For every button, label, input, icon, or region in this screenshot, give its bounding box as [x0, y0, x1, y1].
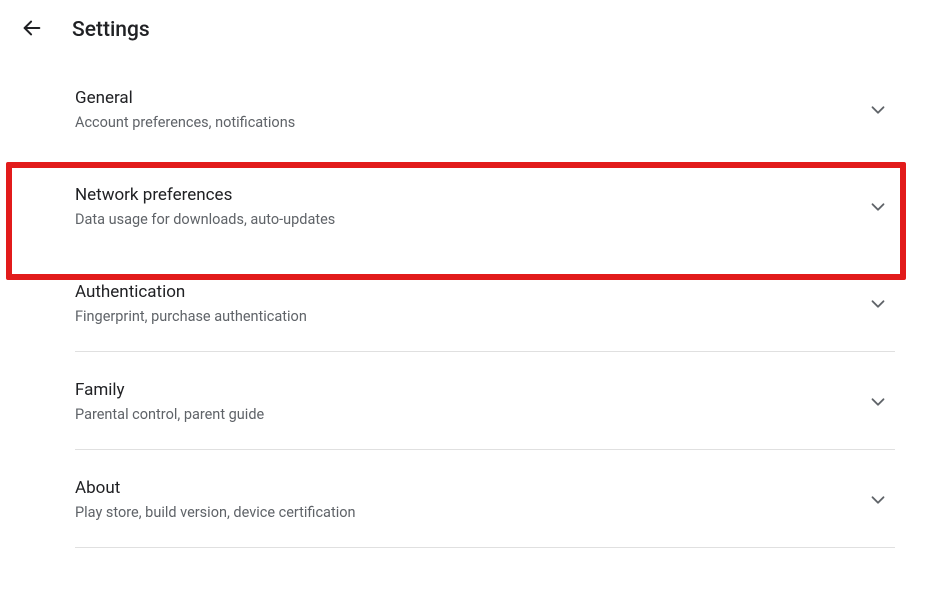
- chevron-down-icon: [867, 99, 889, 121]
- row-subtitle: Play store, build version, device certif…: [75, 504, 356, 521]
- chevron-down-icon: [867, 489, 889, 511]
- row-subtitle: Fingerprint, purchase authentication: [75, 308, 307, 325]
- chevron-down-icon: [867, 391, 889, 413]
- row-text: Network preferences Data usage for downl…: [75, 185, 335, 228]
- row-text: Authentication Fingerprint, purchase aut…: [75, 282, 307, 325]
- settings-row-about[interactable]: About Play store, build version, device …: [75, 450, 895, 548]
- row-text: Family Parental control, parent guide: [75, 380, 264, 423]
- arrow-left-icon: [21, 17, 43, 43]
- row-title: Authentication: [75, 282, 307, 302]
- row-title: Family: [75, 380, 264, 400]
- settings-list: General Account preferences, notificatio…: [0, 60, 925, 548]
- settings-row-family[interactable]: Family Parental control, parent guide: [75, 352, 895, 450]
- back-button[interactable]: [20, 18, 44, 42]
- settings-row-general[interactable]: General Account preferences, notificatio…: [75, 60, 895, 157]
- row-text: About Play store, build version, device …: [75, 478, 356, 521]
- settings-row-authentication[interactable]: Authentication Fingerprint, purchase aut…: [75, 254, 895, 352]
- row-title: Network preferences: [75, 185, 335, 205]
- row-text: General Account preferences, notificatio…: [75, 88, 295, 131]
- row-subtitle: Data usage for downloads, auto-updates: [75, 211, 335, 228]
- chevron-down-icon: [867, 293, 889, 315]
- row-subtitle: Account preferences, notifications: [75, 114, 295, 131]
- header: Settings: [0, 0, 925, 60]
- row-subtitle: Parental control, parent guide: [75, 406, 264, 423]
- row-title: General: [75, 88, 295, 108]
- chevron-down-icon: [867, 196, 889, 218]
- settings-row-network-preferences[interactable]: Network preferences Data usage for downl…: [75, 157, 895, 254]
- page-title: Settings: [72, 18, 150, 42]
- row-title: About: [75, 478, 356, 498]
